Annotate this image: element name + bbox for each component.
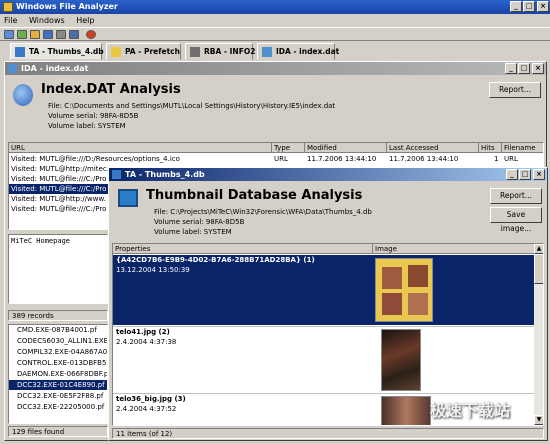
list-item-selected[interactable]: DCC32.EXE-01C4E890.pf: [9, 380, 107, 390]
ida-volume-label: Volume label: SYSTEM: [48, 122, 126, 130]
index-dat-icon: [262, 47, 272, 57]
toolbar: [0, 27, 550, 41]
ida-title-bar: IDA - index.dat _ □ ×: [5, 62, 546, 75]
thumbnail-image-detail: [382, 267, 402, 289]
thumbnail-scrollbar[interactable]: ▲ ▼: [534, 244, 543, 425]
mdi-area: IDA - index.dat _ □ × Index.DAT Analysis…: [4, 61, 548, 441]
window-tabs: TA - Thumbs_4.db PA - Prefetch RBA - INF…: [0, 42, 550, 60]
ida-maximize-button[interactable]: □: [518, 63, 530, 74]
ta-heading: Thumbnail Database Analysis: [146, 188, 363, 203]
list-item[interactable]: DCC32.EXE-22205000.pf: [9, 402, 107, 412]
ta-report-button[interactable]: Report...: [490, 188, 542, 204]
ida-report-button[interactable]: Report...: [489, 82, 541, 98]
entry-date: 2.4.2004 4:37:38: [116, 338, 177, 346]
ta-volume-serial: Volume serial: 98FA-8D5B: [154, 218, 245, 226]
save-tool-icon[interactable]: [69, 30, 79, 39]
thumbnail-image: [381, 329, 421, 391]
entry-name: {A42CD7B6-E9B9-4D02-B7A6-288B71AD28BA} (…: [116, 256, 315, 264]
col-properties[interactable]: Properties: [113, 244, 373, 254]
thumbnail-image-detail: [382, 293, 402, 315]
ta-minimize-button[interactable]: _: [506, 169, 518, 180]
thumbnail-image-detail: [408, 265, 428, 287]
list-item[interactable]: CMD.EXE-087B4001.pf: [9, 325, 107, 335]
menu-windows[interactable]: Windows: [29, 16, 65, 25]
recycle-tool-icon[interactable]: [56, 30, 66, 39]
ta-file-path: File: C:\Projects\MiTeC\Win32\Forensic\W…: [154, 208, 372, 216]
table-row[interactable]: Visited: MUTL@file:///C:/Pro: [9, 204, 109, 214]
prefetch-file-list[interactable]: CMD.EXE-087B4001.pf CODECS6030_ALLIN1.EX…: [8, 324, 108, 424]
maximize-button[interactable]: □: [523, 1, 535, 12]
ta-title-bar: TA - Thumbs_4.db _ □ ×: [109, 168, 547, 181]
save-image-button[interactable]: Save image...: [490, 207, 542, 233]
minimize-button[interactable]: _: [510, 1, 522, 12]
close-button[interactable]: ×: [537, 1, 549, 12]
index-tool-icon[interactable]: [30, 30, 40, 39]
table-row[interactable]: Visited: MUTL@file:///C:/Pro: [9, 174, 109, 184]
ida-close-button[interactable]: ×: [532, 63, 544, 74]
scroll-thumb[interactable]: [534, 254, 543, 284]
menu-bar: File Windows Help: [0, 14, 550, 27]
tab-prefetch[interactable]: PA - Prefetch: [106, 43, 181, 60]
thumbs-tool-icon[interactable]: [43, 30, 53, 39]
app-title: Windows File Analyzer: [16, 2, 118, 11]
ida-status: 389 records: [8, 310, 108, 321]
ida-file-path: File: C:\Documents and Settings\MUTL\Loc…: [48, 102, 336, 110]
table-row[interactable]: Visited: MUTL@http://mitec.: [9, 164, 109, 174]
ida-minimize-button[interactable]: _: [505, 63, 517, 74]
ida-preview-text: MiTeC Homepage: [11, 237, 71, 245]
col-url[interactable]: URL: [9, 143, 272, 153]
ta-close-button[interactable]: ×: [533, 169, 545, 180]
entry-name: telo41.jpg (2): [116, 328, 170, 336]
prefetch-tool-icon[interactable]: [17, 30, 27, 39]
thumbnail-row[interactable]: telo41.jpg (2) 2.4.2004 4:37:38: [113, 326, 535, 392]
list-item[interactable]: CONTROL.EXE-013DBFB5.p: [9, 358, 107, 368]
scroll-up-button[interactable]: ▲: [534, 244, 543, 254]
watermark: 极速下载站: [430, 401, 511, 420]
app-icon: [3, 2, 13, 12]
col-hits[interactable]: Hits: [479, 143, 502, 153]
ida-window-icon: [8, 64, 17, 73]
ta-status: 11 items (of 12): [112, 428, 544, 439]
entry-name: telo36_big.jpg (3): [116, 395, 186, 403]
ta-maximize-button[interactable]: □: [519, 169, 531, 180]
ida-heading: Index.DAT Analysis: [41, 82, 181, 97]
col-modified[interactable]: Modified: [305, 143, 387, 153]
entry-date: 13.12.2004 13:50:39: [116, 266, 190, 274]
ta-window-icon: [112, 170, 121, 179]
thumbnail-row-selected[interactable]: {A42CD7B6-E9B9-4D02-B7A6-288B71AD28BA} (…: [113, 255, 535, 325]
tab-index[interactable]: IDA - index.dat: [257, 43, 339, 60]
ida-volume-serial: Volume serial: 98FA-8D5B: [48, 112, 139, 120]
stop-icon[interactable]: [86, 30, 96, 39]
ida-preview-pane: MiTeC Homepage: [8, 234, 108, 304]
list-item[interactable]: CODECS6030_ALLIN1.EXE: [9, 336, 107, 346]
thumbs-db-icon: [15, 47, 25, 57]
recycle-bin-icon: [190, 47, 200, 57]
prefetch-status: 129 files found: [8, 426, 108, 437]
list-item[interactable]: DAEMON.EXE-066F8DBF.pf: [9, 369, 107, 379]
thumbnail-image: [375, 258, 433, 322]
list-item[interactable]: COMPIL32.EXE-04A867A0.p: [9, 347, 107, 357]
open-icon[interactable]: [4, 30, 14, 39]
entry-date: 2.4.2004 4:37:52: [116, 405, 177, 413]
col-type[interactable]: Type: [272, 143, 305, 153]
prefetch-icon: [111, 47, 121, 57]
col-image[interactable]: Image: [373, 244, 535, 254]
table-row-selected[interactable]: Visited: MUTL@file:///C:/Pro: [9, 184, 109, 194]
table-row[interactable]: Visited: MUTL@file:///D:/Resources/optio…: [9, 154, 543, 164]
ta-volume-label: Volume label: SYSTEM: [154, 228, 232, 236]
scroll-down-button[interactable]: ▼: [534, 415, 543, 425]
col-last-accessed[interactable]: Last Accessed: [387, 143, 479, 153]
tab-thumbs[interactable]: TA - Thumbs_4.db: [10, 43, 104, 60]
tab-recycle[interactable]: RBA - INFO2: [185, 43, 255, 60]
menu-file[interactable]: File: [4, 16, 17, 25]
col-filename[interactable]: Filename: [502, 143, 543, 153]
ida-header-icon: [13, 84, 33, 106]
menu-help[interactable]: Help: [76, 16, 94, 25]
thumbnail-image: [381, 396, 431, 425]
table-row[interactable]: Visited: MUTL@http://www.: [9, 194, 109, 204]
thumbnail-image-detail: [408, 293, 428, 315]
ta-header-icon: [118, 189, 138, 207]
list-item[interactable]: DCC32.EXE-0E5F2F88.pf: [9, 391, 107, 401]
app-title-bar: Windows File Analyzer _ □ ×: [0, 0, 550, 14]
